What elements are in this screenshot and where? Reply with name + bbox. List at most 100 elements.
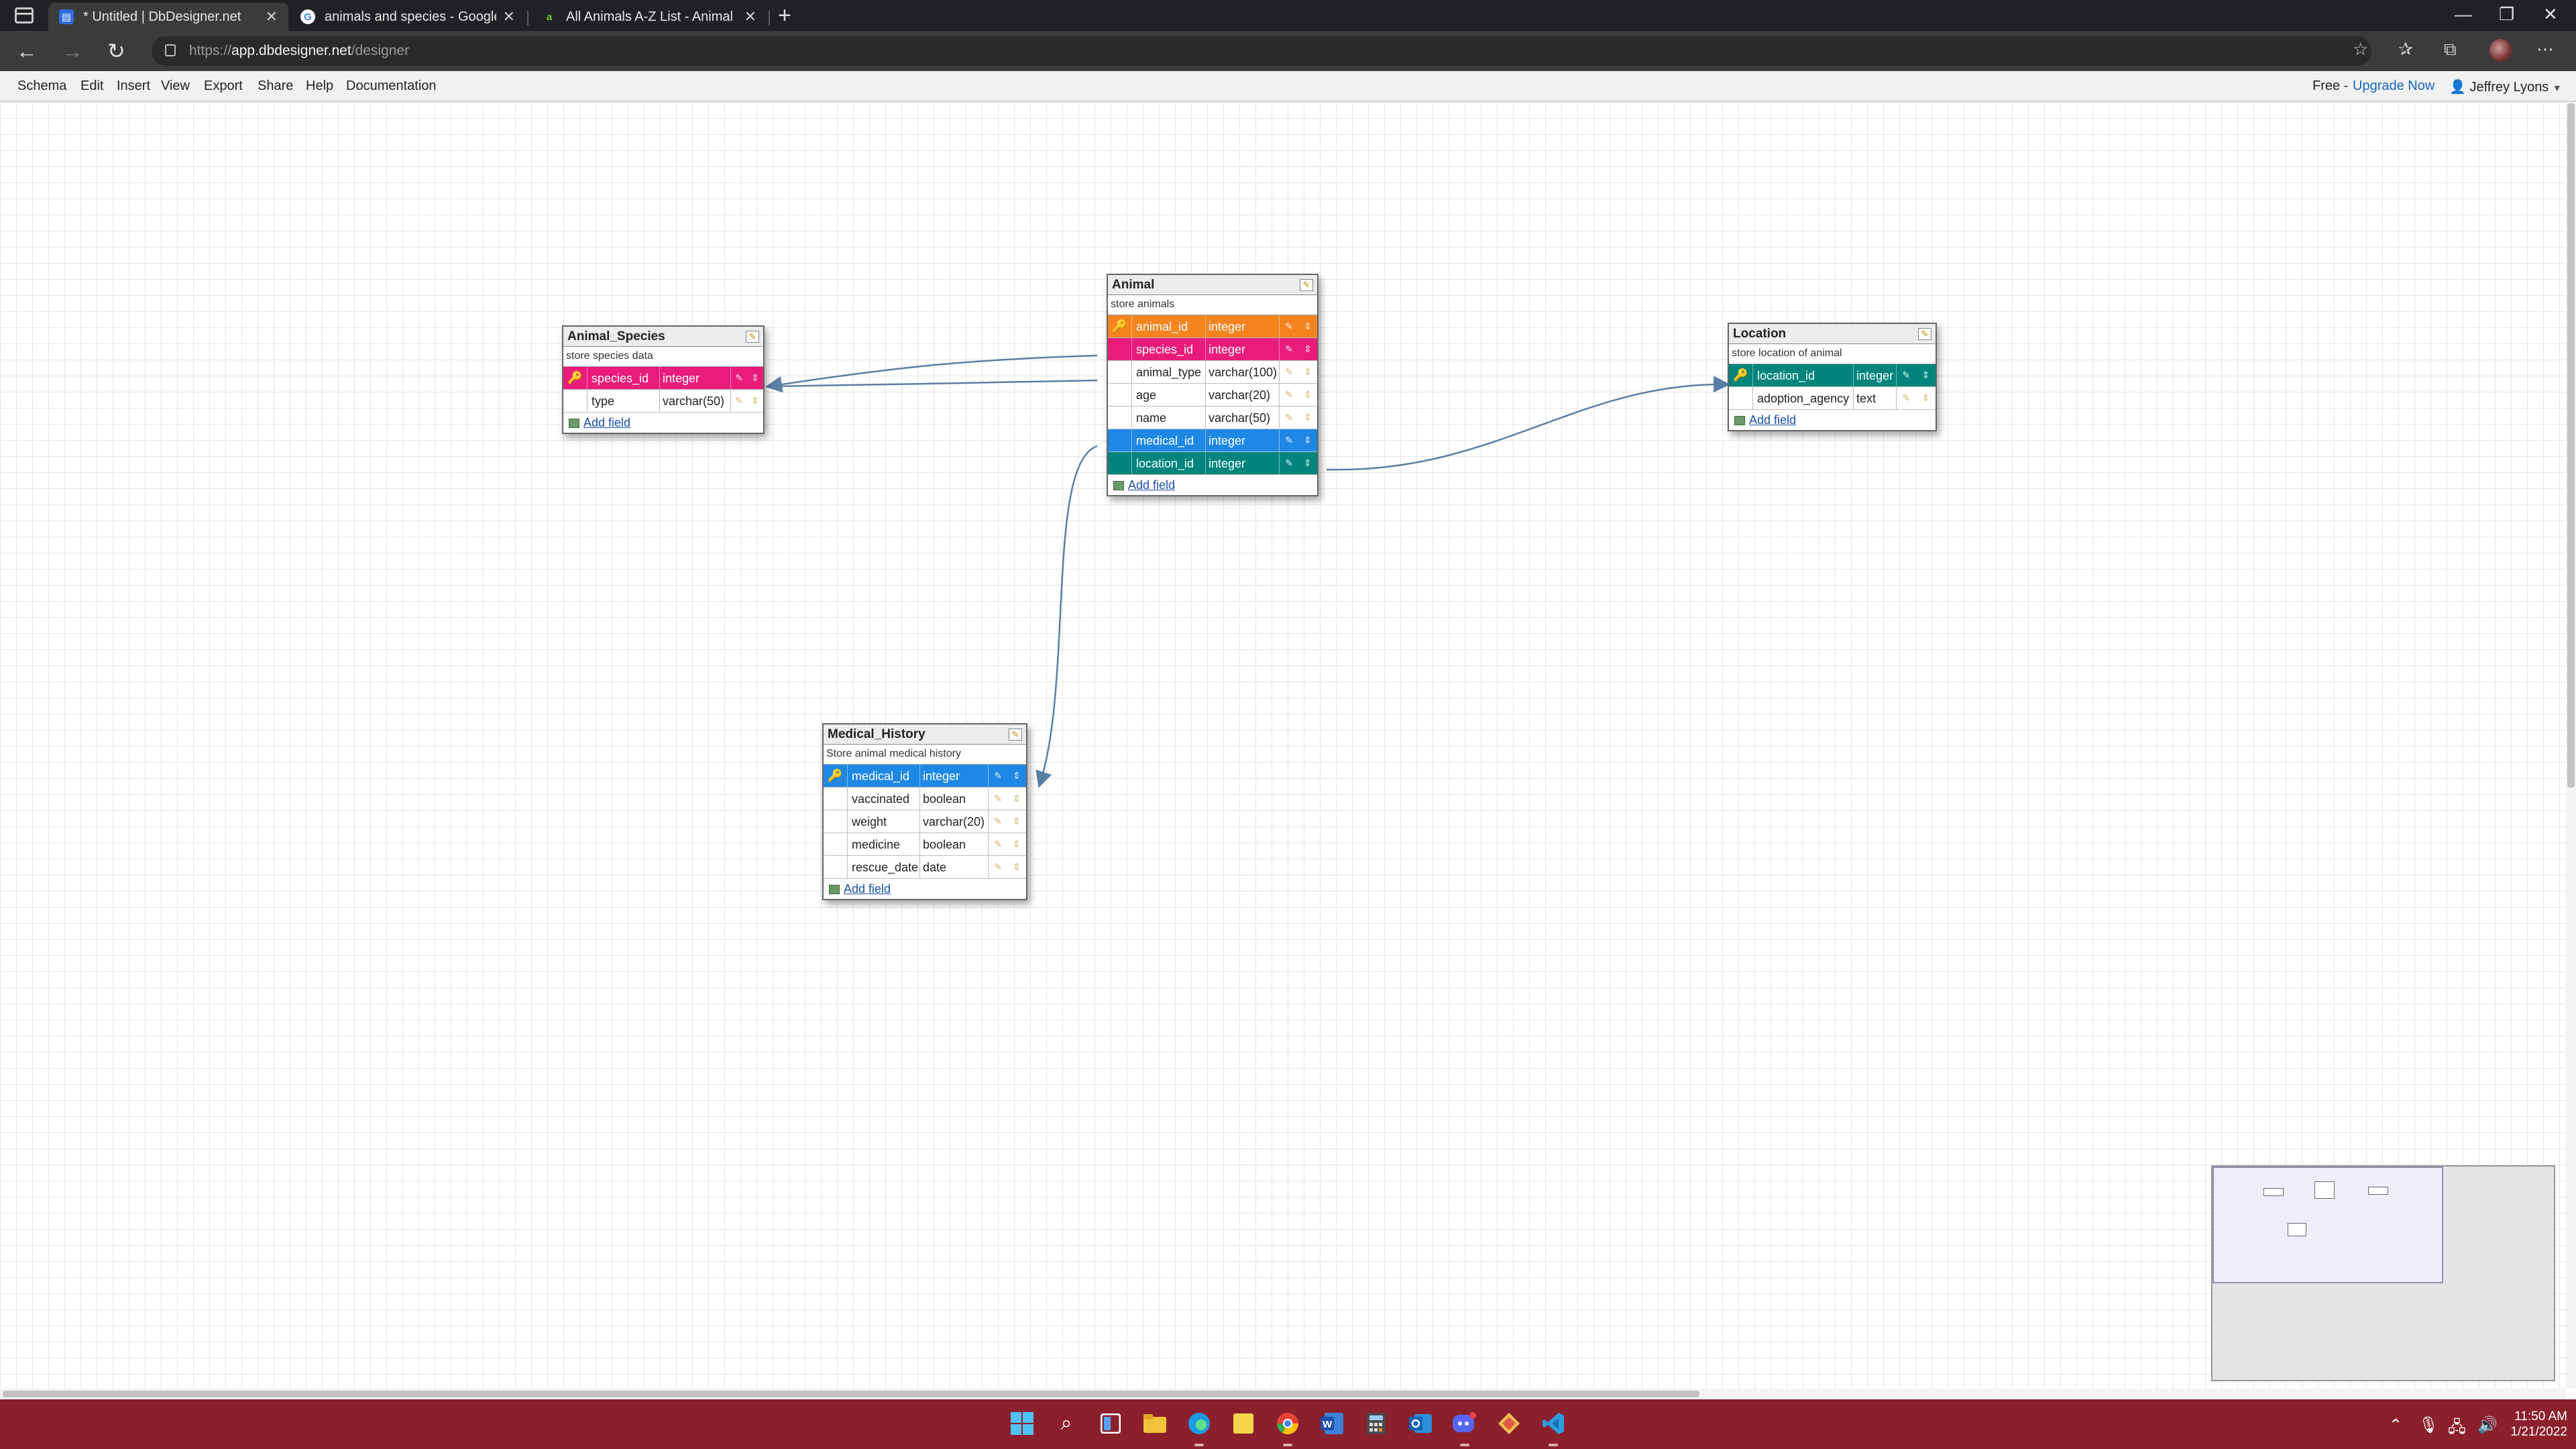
minimap-table [2288,1223,2306,1236]
table-medical-history[interactable]: Medical_History ✎ Store animal medical h… [822,723,1027,900]
add-field-link[interactable]: Add field [1749,413,1796,427]
connector-animal-medical-to-medical-history[interactable] [1035,445,1098,788]
pencil-icon[interactable]: ✎ [1285,412,1293,423]
table-animal[interactable]: Animal ✎ store animals 🔑 animal_id integ… [1107,274,1319,496]
add-field-icon [1734,416,1745,425]
connector-animal-type-to-species[interactable] [768,379,1098,388]
pencil-icon[interactable]: ✎ [1903,370,1911,381]
drag-handle-icon[interactable]: ⇕ [1304,435,1312,446]
add-field-row[interactable]: Add field [1729,410,1936,430]
edge-browser-icon[interactable] [1184,1409,1214,1438]
show-hidden-icons-chevron-icon[interactable]: ⌃ [2389,1415,2402,1435]
drag-handle-icon[interactable]: ⇕ [751,395,759,407]
table-header[interactable]: Animal_Species ✎ [563,327,763,347]
drag-handle-icon[interactable]: ⇕ [1304,343,1312,355]
relationship-connectors [765,354,1730,788]
field-row[interactable]: vaccinated boolean ✎ ⇕ [824,788,1026,810]
scrollbar-thumb[interactable] [3,1391,1699,1397]
task-view-icon[interactable] [1096,1409,1125,1438]
search-icon[interactable]: ⌕ [1052,1409,1081,1438]
pencil-icon[interactable]: ✎ [1903,392,1911,404]
drag-handle-icon[interactable]: ⇕ [1304,412,1312,423]
field-row[interactable]: type varchar(50) ✎ ⇕ [563,390,763,413]
table-animal-species[interactable]: Animal_Species ✎ store species data 🔑 sp… [562,325,765,434]
drag-handle-icon[interactable]: ⇕ [1304,389,1312,400]
pencil-icon[interactable]: ✎ [994,793,1002,804]
add-field-link[interactable]: Add field [1128,478,1175,492]
pencil-icon[interactable]: ✎ [1285,343,1293,355]
connector-animal-location-to-location[interactable] [1326,376,1730,471]
minimap[interactable] [2211,1165,2555,1381]
table-header[interactable]: Location ✎ [1729,324,1936,344]
start-windows-icon[interactable] [1007,1409,1037,1438]
git-kraken-icon[interactable] [1494,1409,1524,1438]
word-icon[interactable]: W [1317,1409,1347,1438]
field-row[interactable]: 🔑 medical_id integer ✎ ⇕ [824,765,1026,788]
pencil-icon[interactable]: ✎ [1285,389,1293,400]
pencil-icon[interactable]: ✎ [1285,458,1293,469]
drag-handle-icon[interactable]: ⇕ [1922,392,1930,404]
vertical-scrollbar[interactable] [2566,102,2576,1389]
add-field-link[interactable]: Add field [844,882,891,896]
file-explorer-icon[interactable] [1140,1409,1170,1438]
drag-handle-icon[interactable]: ⇕ [1013,793,1021,804]
table-header[interactable]: Medical_History ✎ [824,724,1026,745]
volume-icon[interactable]: 🔊 [2477,1415,2498,1435]
edit-table-icon[interactable]: ✎ [1300,279,1313,291]
drag-handle-icon[interactable]: ⇕ [1013,816,1021,827]
field-row[interactable]: 🔑 species_id integer ✎ ⇕ [563,367,763,390]
field-row[interactable]: medical_id integer ✎ ⇕ [1108,429,1317,452]
pencil-icon[interactable]: ✎ [994,770,1002,782]
drag-handle-icon[interactable]: ⇕ [1304,366,1312,378]
field-row[interactable]: 🔑 location_id integer ✎ ⇕ [1729,364,1936,387]
horizontal-scrollbar[interactable] [0,1389,2566,1399]
add-field-row[interactable]: Add field [563,413,763,433]
pencil-icon[interactable]: ✎ [994,861,1002,873]
field-row[interactable]: age varchar(20) ✎ ⇕ [1108,384,1317,407]
microphone-icon[interactable]: 🎙 [2418,1415,2439,1435]
field-row[interactable]: rescue_date date ✎ ⇕ [824,856,1026,879]
add-field-row[interactable]: Add field [824,879,1026,899]
pencil-icon[interactable]: ✎ [735,372,743,384]
add-field-row[interactable]: Add field [1108,475,1317,495]
drag-handle-icon[interactable]: ⇕ [1304,458,1312,469]
outlook-icon[interactable] [1406,1409,1435,1438]
edit-table-icon[interactable]: ✎ [1918,328,1931,340]
drag-handle-icon[interactable]: ⇕ [1013,861,1021,873]
pencil-icon[interactable]: ✎ [1285,366,1293,378]
pencil-icon[interactable]: ✎ [1285,321,1293,332]
edit-table-icon[interactable]: ✎ [1009,729,1022,741]
calculator-icon[interactable] [1361,1409,1391,1438]
discord-icon[interactable] [1450,1409,1479,1438]
sticky-notes-icon[interactable] [1229,1409,1258,1438]
pencil-icon[interactable]: ✎ [735,395,743,407]
field-row[interactable]: medicine boolean ✎ ⇕ [824,833,1026,856]
pencil-icon[interactable]: ✎ [1285,435,1293,446]
field-row[interactable]: 🔑 animal_id integer ✎ ⇕ [1108,315,1317,338]
network-icon[interactable]: 🖧 [2448,1415,2466,1443]
field-type: integer [1206,315,1280,337]
drag-handle-icon[interactable]: ⇕ [751,372,759,384]
drag-handle-icon[interactable]: ⇕ [1922,370,1930,381]
field-row[interactable]: name varchar(50) ✎ ⇕ [1108,407,1317,429]
chrome-icon[interactable] [1273,1409,1302,1438]
drag-handle-icon[interactable]: ⇕ [1304,321,1312,332]
drag-handle-icon[interactable]: ⇕ [1013,839,1021,850]
edit-table-icon[interactable]: ✎ [746,331,759,343]
field-row[interactable]: location_id integer ✎ ⇕ [1108,452,1317,475]
field-name: rescue_date [848,856,920,878]
drag-handle-icon[interactable]: ⇕ [1013,770,1021,782]
field-key-cell [824,833,848,855]
field-row[interactable]: animal_type varchar(100) ✎ ⇕ [1108,361,1317,384]
field-row[interactable]: weight varchar(20) ✎ ⇕ [824,810,1026,833]
add-field-link[interactable]: Add field [583,416,630,429]
pencil-icon[interactable]: ✎ [994,839,1002,850]
table-location[interactable]: Location ✎ store location of animal 🔑 lo… [1728,323,1937,431]
field-row[interactable]: adoption_agency text ✎ ⇕ [1729,387,1936,410]
table-header[interactable]: Animal ✎ [1108,275,1317,295]
scrollbar-thumb[interactable] [2567,103,2575,788]
pencil-icon[interactable]: ✎ [994,816,1002,827]
vscode-icon[interactable] [1538,1409,1568,1438]
field-row[interactable]: species_id integer ✎ ⇕ [1108,338,1317,361]
system-clock[interactable]: 11:50 AM 1/21/2022 [2507,1409,2567,1440]
